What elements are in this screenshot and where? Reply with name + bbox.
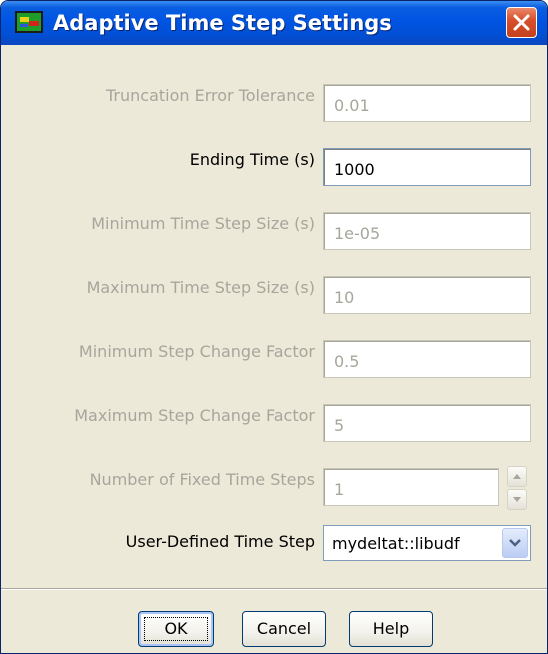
minimum-time-step-size-field: 1e-05 — [323, 212, 531, 250]
ending-time-label: Ending Time (s) — [189, 150, 315, 169]
user-defined-time-step-label: User-Defined Time Step — [125, 532, 315, 551]
ok-button[interactable]: OK — [138, 611, 214, 647]
maximum-step-change-factor-field: 5 — [323, 404, 531, 442]
maximum-step-change-factor-label: Maximum Step Change Factor — [74, 406, 315, 425]
truncation-error-tolerance-label: Truncation Error Tolerance — [106, 86, 315, 105]
spin-up-button — [507, 466, 527, 487]
number-of-fixed-time-steps-field: 1 — [323, 468, 499, 506]
window-title: Adaptive Time Step Settings — [53, 11, 392, 35]
maximum-time-step-size-field: 10 — [323, 276, 531, 314]
ending-time-field[interactable]: 1000 — [323, 148, 531, 186]
help-button-label: Help — [372, 619, 410, 638]
dropdown-selected-value: mydeltat::libudf — [332, 534, 460, 553]
chevron-down-icon — [509, 539, 521, 547]
help-button[interactable]: Help — [349, 611, 433, 647]
minimum-time-step-size-label: Minimum Time Step Size (s) — [91, 214, 315, 233]
user-defined-time-step-dropdown[interactable]: mydeltat::libudf — [323, 525, 531, 561]
dialog-window: Adaptive Time Step Settings Truncation E… — [0, 0, 548, 654]
spin-up-icon — [513, 474, 521, 479]
number-of-fixed-time-steps-label: Number of Fixed Time Steps — [89, 470, 315, 489]
title-bar[interactable]: Adaptive Time Step Settings — [1, 1, 547, 45]
cancel-button-label: Cancel — [256, 619, 312, 638]
spin-down-button — [507, 489, 527, 510]
cancel-button[interactable]: Cancel — [242, 611, 326, 647]
maximum-time-step-size-label: Maximum Time Step Size (s) — [86, 278, 315, 297]
fluent-app-icon — [15, 11, 43, 33]
spin-down-icon — [513, 497, 521, 502]
close-button[interactable] — [506, 7, 537, 38]
minimum-step-change-factor-field: 0.5 — [323, 340, 531, 378]
ok-button-label: OK — [164, 619, 188, 638]
minimum-step-change-factor-label: Minimum Step Change Factor — [78, 342, 315, 361]
button-separator — [1, 588, 547, 590]
truncation-error-tolerance-field: 0.01 — [323, 84, 531, 122]
fixed-time-steps-spinner — [507, 466, 527, 510]
close-icon — [513, 14, 530, 31]
dropdown-arrow-button[interactable] — [502, 528, 528, 558]
dialog-content: Truncation Error Tolerance 0.01 Ending T… — [1, 45, 547, 653]
